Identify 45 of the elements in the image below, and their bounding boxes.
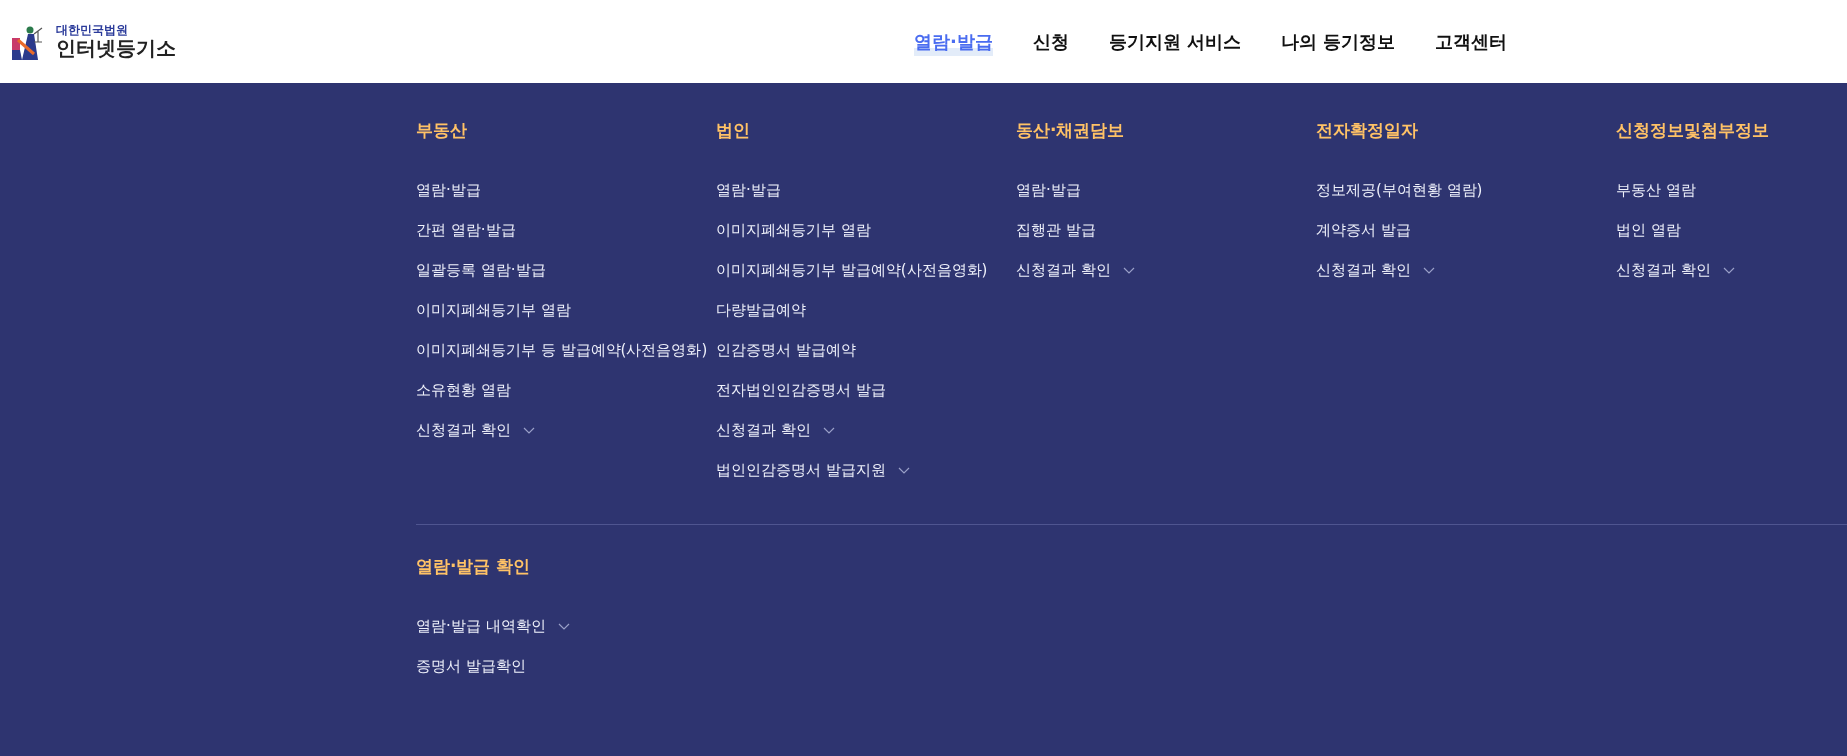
menu-heading: 신청정보및첨부정보 bbox=[1616, 119, 1769, 142]
menu-dropdown-link[interactable]: 신청결과 확인 bbox=[1316, 250, 1435, 290]
nav-tab[interactable]: 등기지원 서비스 bbox=[1108, 27, 1242, 56]
menu-dropdown-link[interactable]: 법인인감증명서 발급지원 bbox=[716, 450, 910, 490]
menu-link[interactable]: 간편 열람·발급 bbox=[416, 210, 516, 250]
menu-heading: 전자확정일자 bbox=[1316, 119, 1418, 142]
chevron-down-icon bbox=[1722, 266, 1735, 274]
nav-tab[interactable]: 신청 bbox=[1032, 27, 1069, 56]
menu-link[interactable]: 이미지폐쇄등기부 열람 bbox=[716, 210, 871, 250]
chevron-down-icon bbox=[897, 466, 910, 474]
menu-heading: 동산·채권담보 bbox=[1016, 119, 1125, 142]
menu-link[interactable]: 다량발급예약 bbox=[716, 290, 806, 330]
menu-dropdown-link[interactable]: 신청결과 확인 bbox=[1616, 250, 1735, 290]
menu-heading: 열람·발급 확인 bbox=[416, 555, 531, 578]
menu-link[interactable]: 계약증서 발급 bbox=[1316, 210, 1411, 250]
logo-title: 인터넷등기소 bbox=[56, 37, 176, 60]
menu-link[interactable]: 열람·발급 bbox=[1016, 170, 1081, 210]
menu-dropdown-link[interactable]: 열람·발급 내역확인 bbox=[416, 606, 570, 646]
menu-link[interactable]: 일괄등록 열람·발급 bbox=[416, 250, 546, 290]
nav-tab[interactable]: 나의 등기정보 bbox=[1281, 27, 1396, 56]
menu-link[interactable]: 열람·발급 bbox=[716, 170, 781, 210]
nav-tab[interactable]: 고객센터 bbox=[1435, 27, 1508, 56]
menu-link[interactable]: 전자법인인감증명서 발급 bbox=[716, 370, 886, 410]
menu-link[interactable]: 이미지폐쇄등기부 발급예약(사전음영화) bbox=[716, 250, 988, 290]
menu-link[interactable]: 집행관 발급 bbox=[1016, 210, 1096, 250]
menu-heading: 부동산 bbox=[416, 119, 467, 142]
chevron-down-icon bbox=[1122, 266, 1135, 274]
menu-dropdown-link[interactable]: 신청결과 확인 bbox=[416, 410, 535, 450]
menu-dropdown-link[interactable]: 신청결과 확인 bbox=[1016, 250, 1135, 290]
logo-subtitle: 대한민국법원 bbox=[56, 23, 129, 38]
menu-link[interactable]: 정보제공(부여현황 열람) bbox=[1316, 170, 1483, 210]
chevron-down-icon bbox=[557, 622, 570, 630]
menu-heading: 법인 bbox=[716, 119, 750, 142]
menu-dropdown-link[interactable]: 신청결과 확인 bbox=[716, 410, 835, 450]
menu-link[interactable]: 부동산 열람 bbox=[1616, 170, 1696, 210]
chevron-down-icon bbox=[522, 426, 535, 434]
chevron-down-icon bbox=[822, 426, 835, 434]
menu-link[interactable]: 증명서 발급확인 bbox=[416, 646, 526, 686]
menu-link[interactable]: 소유현황 열람 bbox=[416, 370, 511, 410]
menu-link[interactable]: 법인 열람 bbox=[1616, 210, 1681, 250]
menu-link[interactable]: 열람·발급 bbox=[416, 170, 481, 210]
menu-link[interactable]: 이미지폐쇄등기부 열람 bbox=[416, 290, 571, 330]
menu-link[interactable]: 이미지폐쇄등기부 등 발급예약(사전음영화) bbox=[416, 330, 708, 370]
menu-link[interactable]: 인감증명서 발급예약 bbox=[716, 330, 856, 370]
chevron-down-icon bbox=[1422, 266, 1435, 274]
